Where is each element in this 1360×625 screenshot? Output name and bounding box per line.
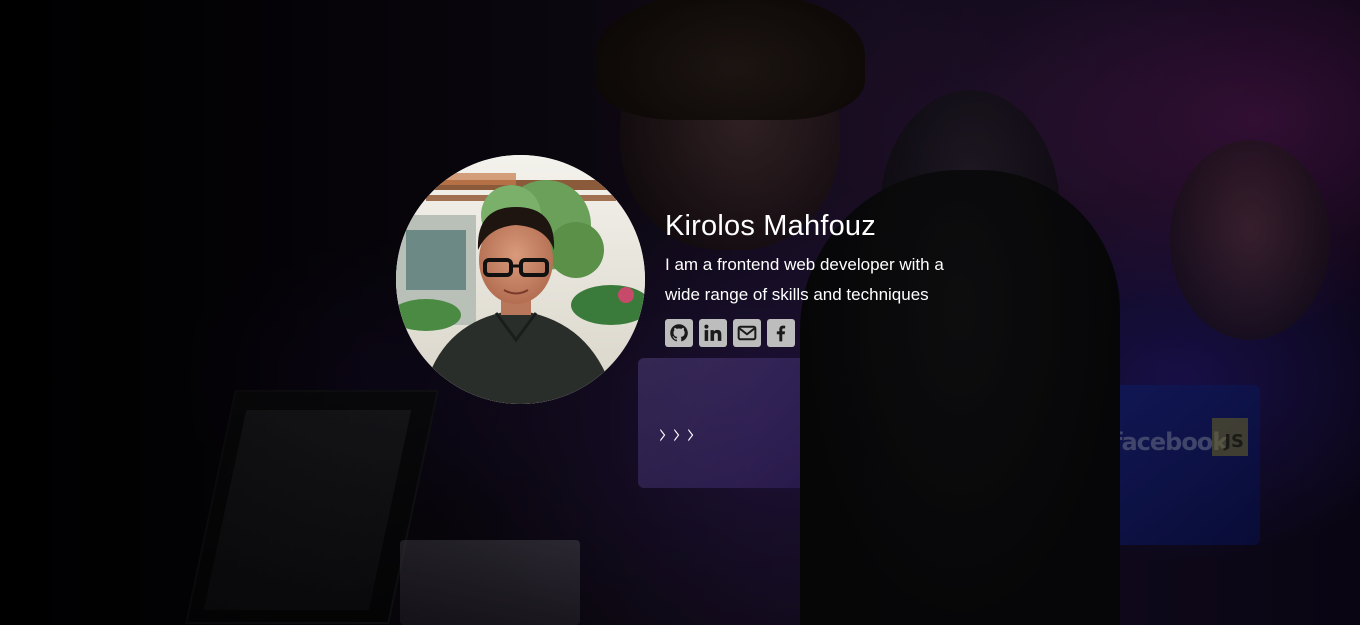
github-link[interactable] [665, 319, 693, 347]
linkedin-link[interactable] [699, 319, 727, 347]
avatar-photo [396, 155, 645, 404]
facebook-link[interactable] [767, 319, 795, 347]
facebook-icon [776, 325, 786, 342]
profile-bio: I am a frontend web developer with a wid… [665, 255, 944, 304]
profile-info: Kirolos Mahfouz I am a frontend web deve… [665, 208, 975, 347]
chevron-right-icon: › [658, 417, 668, 452]
social-links [665, 319, 975, 347]
email-link[interactable] [733, 319, 761, 347]
profile-name: Kirolos Mahfouz [665, 210, 876, 242]
linkedin-icon [704, 324, 722, 341]
scroll-down-indicator[interactable]: › › › [657, 419, 697, 451]
profile-avatar [396, 155, 645, 404]
chevron-right-icon: › [686, 417, 696, 452]
chevron-right-icon: › [672, 417, 682, 452]
github-icon [670, 324, 688, 342]
hero-section: facebook JS [0, 0, 1360, 625]
email-icon [737, 325, 757, 341]
